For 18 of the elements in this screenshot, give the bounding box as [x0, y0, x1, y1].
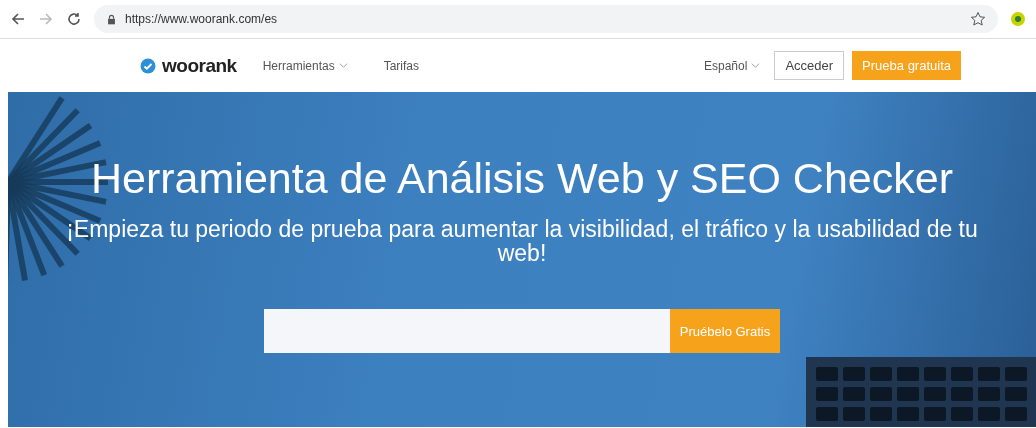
nav-link[interactable]: Herramientas — [262, 58, 348, 73]
back-icon[interactable] — [10, 11, 26, 27]
hero-subtitle: ¡Empieza tu periodo de prueba para aumentar la visibilidad, el tráfico y la usabilidad de tu web! — [65, 217, 979, 265]
extension-icon[interactable] — [1010, 11, 1026, 27]
checkmark-logo-icon — [140, 57, 156, 74]
address-bar[interactable]: https://www.woorank.com/es — [94, 5, 998, 33]
chevron-down-icon — [338, 61, 348, 70]
url-text: https://www.woorank.com/es — [125, 12, 278, 26]
language-selector[interactable]: Español — [704, 58, 761, 73]
chevron-down-icon — [751, 61, 761, 70]
nav-link[interactable]: Tarifas — [383, 58, 419, 73]
lock-icon — [106, 13, 117, 25]
reload-icon[interactable] — [66, 11, 82, 27]
hero-title: Herramienta de Análisis Web y SEO Checker — [91, 154, 953, 203]
star-icon[interactable] — [970, 11, 986, 27]
login-button[interactable]: Acceder — [774, 51, 845, 80]
logo-text: woorank — [162, 54, 237, 77]
url-input-field[interactable] — [263, 309, 670, 353]
